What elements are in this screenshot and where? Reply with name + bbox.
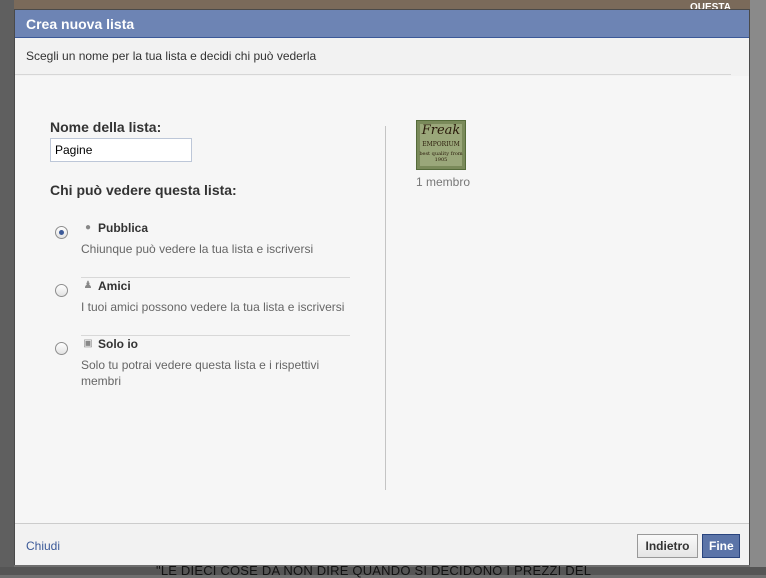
dialog-title: Crea nuova lista (26, 16, 135, 32)
background-left-strip (0, 0, 14, 575)
visibility-option-friends[interactable]: ♟ Amici I tuoi amici possono vedere la t… (50, 278, 350, 330)
public-option-title: Pubblica (98, 221, 149, 235)
lock-icon: ▣ (83, 338, 93, 349)
background-right-strip (750, 0, 766, 575)
create-list-dialog: Crea nuova lista Scegli un nome per la t… (14, 9, 750, 565)
dialog-footer: Chiudi Indietro Fine (15, 523, 749, 565)
dialog-subtitle: Scegli un nome per la tua lista e decidi… (26, 49, 317, 63)
friends-option-description: I tuoi amici possono vedere la tua lista… (81, 300, 345, 314)
list-name-input[interactable] (50, 138, 192, 162)
friends-radio[interactable] (55, 284, 68, 297)
visibility-label: Chi può vedere questa lista: (50, 182, 237, 198)
friends-option-title: Amici (98, 279, 131, 293)
close-link[interactable]: Chiudi (26, 539, 60, 553)
member-thumbnail[interactable]: Freak EMPORIUM best quality from 1905 (416, 120, 466, 170)
background-bottom-text: "LE DIECI COSE DA NON DIRE QUANDO SI DEC… (156, 563, 592, 578)
vertical-divider (385, 126, 386, 490)
back-button[interactable]: Indietro (637, 534, 698, 558)
visibility-option-only-me[interactable]: ▣ Solo io Solo tu potrai vedere questa l… (50, 336, 350, 396)
globe-icon: ● (84, 222, 92, 233)
only-me-option-title: Solo io (98, 337, 138, 351)
public-option-description: Chiunque può vedere la tua lista e iscri… (81, 242, 314, 256)
visibility-option-public[interactable]: ● Pubblica Chiunque può vedere la tua li… (50, 220, 350, 272)
only-me-radio[interactable] (55, 342, 68, 355)
dialog-subheader: Scegli un nome per la tua lista e decidi… (15, 38, 731, 75)
list-name-label: Nome della lista: (50, 119, 162, 135)
done-button[interactable]: Fine (702, 534, 740, 558)
dialog-titlebar: Crea nuova lista (15, 10, 749, 38)
friends-icon: ♟ (83, 280, 93, 291)
thumbnail-text-line: best quality from 1905 (419, 151, 463, 163)
thumbnail-text-line: Freak (421, 123, 461, 138)
member-count: 1 membro (416, 175, 471, 189)
only-me-option-description: Solo tu potrai vedere questa lista e i r… (81, 358, 320, 388)
public-radio[interactable] (55, 226, 68, 239)
dialog-body: Nome della lista: Chi può vedere questa … (15, 76, 749, 523)
thumbnail-text-line: EMPORIUM (422, 141, 460, 148)
